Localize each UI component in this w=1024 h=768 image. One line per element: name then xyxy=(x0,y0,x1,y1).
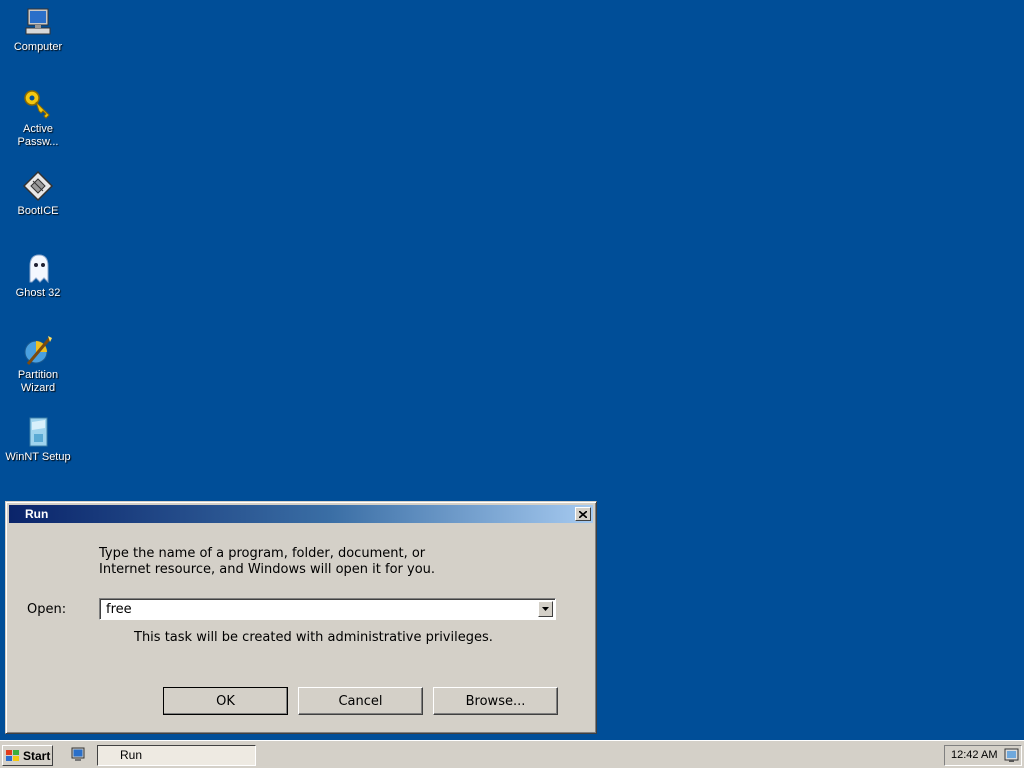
desktop-icon-label: BootICE xyxy=(17,205,59,217)
start-button[interactable]: Start xyxy=(2,745,53,766)
windows-logo-icon xyxy=(6,749,19,761)
desktop-icon-bootice[interactable]: BootICE xyxy=(4,170,72,218)
instruction-line-2: Internet resource, and Windows will open… xyxy=(99,562,436,577)
desktop-icon-partition-wizard[interactable]: Partition Wizard xyxy=(4,334,72,395)
close-button[interactable] xyxy=(575,507,591,521)
taskbar-button-run[interactable]: Run xyxy=(97,745,256,766)
chevron-down-icon xyxy=(542,607,549,611)
browse-button[interactable]: Browse... xyxy=(433,687,558,715)
desktop-icon-label: Partition Wizard xyxy=(17,369,59,394)
desktop-icon-active-password[interactable]: Active Passw... xyxy=(4,88,72,149)
open-label: Open: xyxy=(27,602,67,617)
clock[interactable]: 12:42 AM xyxy=(951,749,997,761)
desktop-icon-label: WinNT Setup xyxy=(5,451,71,463)
desktop-icon-winnt-setup[interactable]: WinNT Setup xyxy=(4,416,72,464)
computer-icon xyxy=(25,8,51,35)
key-icon xyxy=(24,90,50,119)
winnt-setup-icon xyxy=(29,417,48,447)
desktop-icon-computer[interactable]: Computer xyxy=(4,6,72,54)
dialog-title: Run xyxy=(25,507,49,521)
show-desktop-icon[interactable] xyxy=(70,747,86,763)
dialog-titlebar[interactable]: Run xyxy=(9,505,593,523)
desktop-icon-label: Active Passw... xyxy=(17,123,59,148)
system-tray: 12:42 AM xyxy=(944,745,1022,766)
open-combobox[interactable] xyxy=(99,598,556,620)
network-icon[interactable] xyxy=(1004,748,1019,763)
cancel-button[interactable]: Cancel xyxy=(298,687,423,715)
desktop-icon-ghost32[interactable]: Ghost 32 xyxy=(4,252,72,300)
admin-privileges-note: This task will be created with administr… xyxy=(134,630,493,645)
start-label: Start xyxy=(23,748,51,763)
combobox-dropdown-button[interactable] xyxy=(538,601,553,617)
taskbar-button-label: Run xyxy=(120,748,143,762)
instructions-text: Type the name of a program, folder, docu… xyxy=(99,546,569,578)
bootice-icon xyxy=(22,170,54,202)
ghost-icon xyxy=(29,254,49,284)
desktop-icon-label: Computer xyxy=(13,41,63,53)
instruction-line-1: Type the name of a program, folder, docu… xyxy=(99,546,426,561)
desktop-icon-label: Ghost 32 xyxy=(15,287,61,299)
open-input[interactable] xyxy=(106,601,526,617)
ok-button[interactable]: OK xyxy=(163,687,288,715)
taskbar: Start Run 12:42 AM xyxy=(0,740,1024,768)
partition-wizard-icon xyxy=(24,336,52,365)
close-icon xyxy=(579,510,587,518)
run-dialog: Run Type the name of a program, folder, … xyxy=(5,501,597,734)
